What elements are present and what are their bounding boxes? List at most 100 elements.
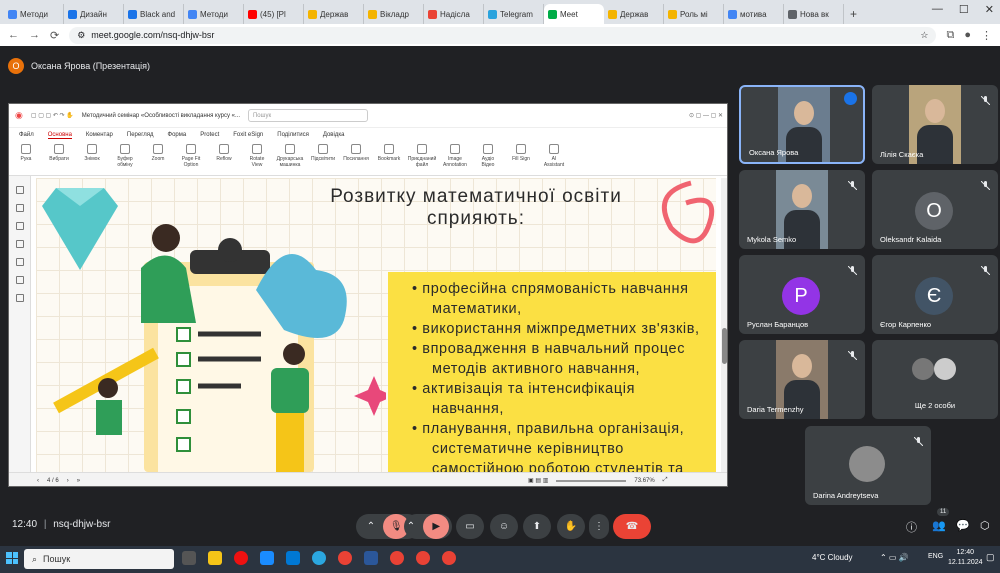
ribbon-tool[interactable]: Підсвітити	[310, 142, 336, 175]
bookmark-star-icon[interactable]: ☆	[920, 30, 928, 41]
browser-tab[interactable]: Надісла	[424, 4, 484, 24]
ribbon-tool[interactable]: Аудіо Відео	[475, 142, 501, 175]
extensions-icon[interactable]: ⧉	[946, 29, 954, 42]
more-options-button[interactable]: ⋮	[589, 514, 609, 539]
participant-tile[interactable]: Лілія Скаєка	[872, 85, 998, 164]
pdf-menu-item[interactable]: Форма	[168, 132, 187, 138]
windows-start-icon[interactable]	[6, 552, 18, 564]
reactions-button[interactable]: ☺	[490, 514, 518, 539]
opera-icon[interactable]	[234, 551, 248, 565]
new-tab-button[interactable]: +	[844, 4, 863, 24]
participant-tile[interactable]: Ще 2 особи	[872, 340, 998, 419]
browser-tab[interactable]: (45) [Pl	[244, 4, 304, 24]
layers-panel-icon[interactable]	[15, 240, 24, 248]
profile-avatar[interactable]: ●	[964, 29, 971, 41]
ribbon-tool[interactable]: Буфер обміну	[112, 142, 138, 175]
prev-page-icon[interactable]: ‹	[37, 478, 39, 484]
pdf-menu-item[interactable]: Довідка	[323, 132, 345, 138]
present-button[interactable]: ⬆	[523, 514, 551, 539]
taskbar-search[interactable]: ⌕ Пошук	[24, 549, 174, 569]
edge-icon[interactable]	[312, 551, 326, 565]
zoom-level[interactable]: 73.67%	[634, 478, 654, 484]
minimize-icon[interactable]: —	[932, 3, 943, 16]
task-view-icon[interactable]	[182, 551, 196, 565]
ribbon-tool[interactable]: AI Assistant	[541, 142, 567, 175]
browser-tab[interactable]: Методи	[4, 4, 64, 24]
pdf-search-input[interactable]: Пошук	[247, 109, 368, 122]
pdf-menu-item[interactable]: Поділитися	[277, 132, 309, 138]
participant-tile[interactable]: Daria Termenzhy	[739, 340, 865, 419]
tray-icons[interactable]: ⌃ ▭ 🔊	[880, 553, 909, 562]
site-info-icon[interactable]: ⚙	[77, 30, 85, 41]
pdf-menu-item[interactable]: Файл	[19, 132, 34, 138]
next-page-icon[interactable]: ›	[67, 478, 69, 484]
info-icon[interactable]: ⓘ	[906, 519, 917, 535]
pdf-menu-item[interactable]: Foxit eSign	[233, 132, 263, 138]
camera-button[interactable]: ⌃ ▶	[404, 514, 452, 539]
ribbon-tool[interactable]: Bookmark	[376, 142, 402, 175]
ribbon-tool[interactable]: Image Annotation	[442, 142, 468, 175]
ribbon-tool[interactable]: Рука	[13, 142, 39, 175]
chrome-icon[interactable]	[338, 551, 352, 565]
participant-tile[interactable]: Darina Andreytseva	[805, 426, 931, 505]
raise-hand-button[interactable]: ✋	[557, 514, 585, 539]
ribbon-tool[interactable]: Вибрати	[46, 142, 72, 175]
browser-tab[interactable]: Meet	[544, 4, 604, 24]
zoom-slider[interactable]	[556, 479, 627, 482]
camera-off-icon[interactable]: ▶	[423, 514, 450, 539]
pdf-window-controls[interactable]: ⊙ ▢ — ▢ ✕	[689, 112, 723, 119]
ribbon-tool[interactable]: Знімок	[79, 142, 105, 175]
ribbon-tool[interactable]: Page Fit Option	[178, 142, 204, 175]
chat-icon[interactable]: 💬	[956, 519, 970, 532]
back-icon[interactable]: ←	[8, 29, 19, 41]
ribbon-tool[interactable]: Посилання	[343, 142, 369, 175]
chrome-icon-4[interactable]	[442, 551, 456, 565]
participant-tile[interactable]: O Oleksandr Kalaida	[872, 170, 998, 249]
chevron-up-icon-2[interactable]: ⌃	[407, 521, 415, 532]
maximize-icon[interactable]: ☐	[959, 3, 969, 16]
security-panel-icon[interactable]	[15, 276, 24, 284]
participant-tile[interactable]: P Руслан Баранцов	[739, 255, 865, 334]
ribbon-tool[interactable]: Zoom	[145, 142, 171, 175]
pdf-menu-item[interactable]: Основна	[47, 132, 72, 139]
pdf-menu-item[interactable]: Коментар	[86, 132, 113, 138]
chevron-up-icon[interactable]: ⌃	[367, 521, 375, 532]
ribbon-tool[interactable]: Fill Sign	[508, 142, 534, 175]
browser-tab[interactable]: Держав	[604, 4, 664, 24]
ribbon-tool[interactable]: Reflow	[211, 142, 237, 175]
people-icon[interactable]: 👥	[932, 519, 946, 532]
file-explorer-icon[interactable]	[208, 551, 222, 565]
word-icon[interactable]	[364, 551, 378, 565]
forward-icon[interactable]: →	[29, 29, 40, 41]
leave-call-button[interactable]: ☎	[613, 514, 651, 539]
captions-button[interactable]: ▭	[456, 514, 484, 539]
activities-icon[interactable]: ⬡	[980, 519, 990, 532]
pdf-scroll-thumb[interactable]	[722, 328, 727, 364]
browser-tab[interactable]: Держав	[304, 4, 364, 24]
browser-tab[interactable]: Black and	[124, 4, 184, 24]
attachments-panel-icon[interactable]	[15, 258, 24, 266]
browser-tab[interactable]: Роль мі	[664, 4, 724, 24]
ribbon-tool[interactable]: Приєднаний файл	[408, 142, 436, 175]
reload-icon[interactable]: ⟳	[50, 29, 59, 42]
weather-widget[interactable]: 4°C Cloudy	[812, 553, 853, 562]
browser-tab[interactable]: мотива	[724, 4, 784, 24]
pdf-scrollbar[interactable]	[721, 178, 727, 472]
pages-panel-icon[interactable]	[15, 204, 24, 212]
view-mode-icons[interactable]: ▣ ▤ ▥	[528, 477, 548, 484]
signature-panel-icon[interactable]	[15, 294, 24, 302]
comments-panel-icon[interactable]	[15, 222, 24, 230]
ribbon-tool[interactable]: Друкарська машинка	[277, 142, 303, 175]
participant-tile[interactable]: Mykola Semko	[739, 170, 865, 249]
last-page-icon[interactable]: »	[77, 478, 80, 484]
browser-tab[interactable]: Вікладр	[364, 4, 424, 24]
pdf-menu-item[interactable]: Protect	[200, 132, 219, 138]
chrome-icon-2[interactable]	[390, 551, 404, 565]
participant-tile[interactable]: Оксана Ярова	[739, 85, 865, 164]
url-field[interactable]: ⚙ meet.google.com/nsq-dhjw-bsr ☆	[69, 26, 937, 44]
close-icon[interactable]: ✕	[985, 3, 994, 16]
page-indicator[interactable]: 4 / 6	[47, 478, 59, 484]
notifications-icon[interactable]: ▢	[986, 552, 995, 563]
store-icon[interactable]	[260, 551, 274, 565]
browser-tab[interactable]: Методи	[184, 4, 244, 24]
